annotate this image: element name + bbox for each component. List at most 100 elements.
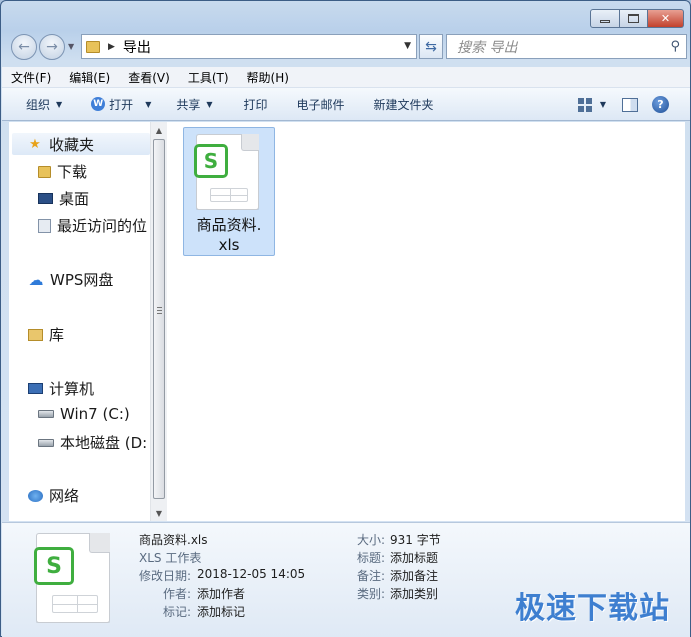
nav-favorites[interactable]: ★ 收藏夹 (12, 133, 150, 155)
view-dropdown-icon[interactable]: ▼ (600, 100, 606, 109)
detail-comments-value[interactable]: 添加备注 (390, 567, 438, 584)
address-dropdown[interactable]: ▼ (404, 41, 411, 51)
open-button[interactable]: W 打开 ▼ (73, 88, 162, 121)
file-name: 商品资料. xls (184, 215, 274, 255)
new-folder-button[interactable]: 新建文件夹 (356, 88, 445, 121)
chevron-down-icon: ▼ (145, 99, 152, 109)
nav-drive-d[interactable]: 本地磁盘 (D: (38, 432, 150, 453)
detail-title-label: 标题: (357, 551, 386, 565)
menu-edit[interactable]: 编辑(E) (60, 69, 119, 86)
forward-button[interactable]: → (39, 34, 65, 60)
chevron-down-icon: ▼ (206, 99, 213, 109)
recent-places-icon (38, 218, 51, 233)
nav-label: 收藏夹 (49, 135, 95, 154)
nav-scrollbar[interactable]: ▲ ▼ (150, 122, 167, 521)
nav-label: WPS网盘 (50, 271, 114, 289)
detail-comments-label: 备注: (357, 569, 386, 583)
navigation-pane: ★ 收藏夹 下载 桌面 最近访问的位 ☁ WPS网盘 库 计算机 Win7 (C:)… (9, 122, 150, 521)
watermark-logo: 极速下载站 (515, 591, 670, 626)
scroll-down-icon[interactable]: ▼ (151, 505, 167, 521)
detail-author-value[interactable]: 添加作者 (197, 585, 245, 602)
file-item[interactable]: S 商品资料. xls (183, 127, 275, 256)
arrow-left-icon: ← (18, 39, 30, 55)
scrollbar-thumb[interactable] (153, 139, 165, 499)
nav-computer[interactable]: 计算机 (28, 378, 94, 399)
email-label: 电子邮件 (296, 97, 345, 112)
explorer-window: ✕ ← → ▼ ▶ 导出 ▼ ⇆ 搜索 导出 ⚲ 文件(F) 编辑(E) 查看(… (0, 0, 691, 637)
nav-drive-c[interactable]: Win7 (C:) (38, 405, 130, 423)
menu-view[interactable]: 查看(V) (119, 69, 179, 86)
view-options-icon[interactable] (577, 97, 594, 112)
share-button[interactable]: 共享 ▼ (162, 88, 223, 121)
nav-label: 桌面 (59, 190, 90, 208)
nav-libraries[interactable]: 库 (28, 324, 64, 345)
recent-pages-dropdown[interactable]: ▼ (68, 42, 74, 51)
menu-tools[interactable]: 工具(T) (179, 69, 238, 86)
chevron-down-icon: ▼ (56, 99, 63, 109)
detail-category-value[interactable]: 添加类别 (390, 585, 438, 602)
search-input[interactable]: 搜索 导出 (457, 37, 517, 57)
detail-author-label: 作者: (163, 587, 192, 601)
nav-label: Win7 (C:) (60, 405, 130, 423)
caption-buttons: ✕ (590, 9, 684, 28)
nav-desktop[interactable]: 桌面 (38, 188, 89, 209)
wps-icon: W (91, 97, 106, 111)
detail-size-label: 大小: (357, 533, 386, 547)
nav-wps-cloud[interactable]: ☁ WPS网盘 (28, 269, 114, 290)
refresh-button[interactable]: ⇆ (419, 34, 443, 59)
menu-help[interactable]: 帮助(H) (238, 69, 298, 86)
new-folder-label: 新建文件夹 (373, 97, 434, 112)
close-icon: ✕ (660, 12, 671, 25)
network-icon (28, 489, 43, 502)
nav-network[interactable]: 网络 (28, 485, 79, 506)
search-box[interactable]: 搜索 导出 ⚲ (446, 34, 687, 59)
cloud-icon: ☁ (28, 270, 44, 289)
share-label: 共享 (176, 97, 201, 112)
close-button[interactable]: ✕ (648, 9, 684, 28)
email-button[interactable]: 电子邮件 (279, 88, 356, 121)
star-icon: ★ (29, 136, 41, 152)
nav-label: 最近访问的位 (57, 217, 148, 235)
organize-button[interactable]: 组织 ▼ (2, 88, 73, 121)
search-icon[interactable]: ⚲ (670, 39, 680, 54)
file-name-line: xls (218, 236, 240, 254)
back-button[interactable]: ← (11, 34, 37, 60)
file-name-line: 商品资料. (196, 216, 262, 234)
print-label: 打印 (243, 97, 268, 112)
folder-icon (86, 40, 100, 53)
menu-file[interactable]: 文件(F) (2, 69, 60, 86)
open-label: 打开 (109, 97, 134, 112)
nav-label: 下载 (57, 163, 88, 181)
refresh-icon: ⇆ (425, 38, 437, 55)
help-icon[interactable]: ? (652, 96, 669, 113)
menu-bar: 文件(F) 编辑(E) 查看(V) 工具(T) 帮助(H) (2, 67, 690, 88)
breadcrumb-chevron-icon[interactable]: ▶ (108, 42, 115, 52)
detail-filename: 商品资料.xls (139, 533, 208, 547)
computer-icon (28, 383, 43, 394)
detail-tags-value[interactable]: 添加标记 (197, 603, 245, 620)
detail-title-value[interactable]: 添加标题 (390, 549, 438, 566)
preview-pane-icon[interactable] (622, 97, 638, 112)
minimize-button[interactable] (590, 9, 620, 28)
detail-type: XLS 工作表 (139, 551, 202, 565)
details-pane: S 商品资料.xls XLS 工作表 修改日期: 2018-12-05 14:0… (2, 522, 690, 637)
navigation-bar: ← → ▼ ▶ 导出 ▼ ⇆ 搜索 导出 ⚲ (9, 33, 687, 61)
library-icon (28, 328, 43, 341)
detail-tags-label: 标记: (163, 605, 192, 619)
nav-label: 网络 (49, 487, 80, 505)
desktop-icon (38, 193, 53, 204)
nav-label: 计算机 (49, 380, 95, 398)
detail-size-value: 931 字节 (390, 533, 441, 547)
nav-downloads[interactable]: 下载 (38, 161, 87, 182)
nav-recent[interactable]: 最近访问的位 (38, 215, 150, 236)
detail-modified-value: 2018-12-05 14:05 (197, 567, 306, 581)
organize-label: 组织 (26, 97, 51, 112)
print-button[interactable]: 打印 (224, 88, 279, 121)
view-controls: ▼ ? (577, 88, 690, 121)
detail-modified-label: 修改日期: (139, 569, 192, 583)
address-bar[interactable]: ▶ 导出 ▼ (81, 34, 417, 59)
maximize-button[interactable] (620, 9, 648, 28)
drive-icon (38, 410, 54, 418)
breadcrumb-current[interactable]: 导出 (123, 37, 151, 57)
scroll-up-icon[interactable]: ▲ (151, 122, 167, 138)
